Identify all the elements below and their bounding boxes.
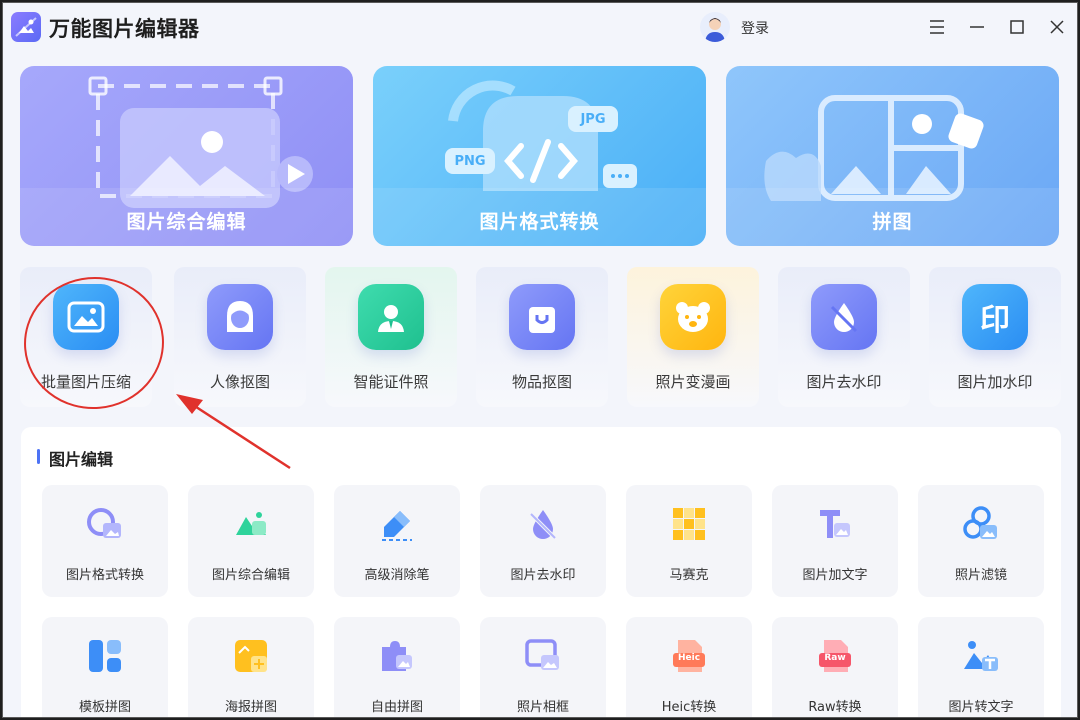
image-edit-icon <box>232 505 270 543</box>
watermark-remove-icon <box>524 505 562 543</box>
title-bar: 万能图片编辑器 登录 <box>3 3 1077 51</box>
card-label: 模板拼图 <box>78 700 131 715</box>
section-title: 图片编辑 <box>49 450 114 469</box>
watermark-remove-icon <box>811 284 877 350</box>
card-remove-watermark[interactable]: 图片去水印 <box>480 485 606 597</box>
tool-label: 人像抠图 <box>209 373 270 391</box>
card-raw-convert[interactable]: Raw Raw转换 <box>772 617 898 717</box>
hero-card-label: 拼图 <box>872 211 913 233</box>
close-icon[interactable] <box>1045 15 1069 39</box>
tool-add-watermark[interactable]: 印 图片加水印 <box>929 267 1061 407</box>
photo-frame-icon <box>524 637 562 675</box>
card-label: 海报拼图 <box>224 700 277 715</box>
card-label: 图片去水印 <box>510 568 576 583</box>
tool-label: 批量图片压缩 <box>40 373 131 391</box>
card-photo-frame[interactable]: 照片相框 <box>480 617 606 717</box>
card-template-collage[interactable]: 模板拼图 <box>42 617 168 717</box>
card-label: 图片加文字 <box>802 568 868 583</box>
portrait-icon <box>207 284 273 350</box>
jpg-badge: JPG <box>580 112 606 127</box>
tool-portrait-cutout[interactable]: 人像抠图 <box>174 267 306 407</box>
card-label: 照片相框 <box>516 700 569 715</box>
menu-icon[interactable] <box>925 15 949 39</box>
login-link[interactable]: 登录 <box>741 18 769 38</box>
section-marker <box>37 449 40 464</box>
hero-card-image-edit[interactable]: 图片综合编辑 <box>20 66 353 246</box>
card-label: 图片转文字 <box>948 700 1014 715</box>
template-collage-icon <box>86 637 124 675</box>
maximize-icon[interactable] <box>1005 15 1029 39</box>
eraser-pen-icon <box>378 505 416 543</box>
hero-card-label: 图片格式转换 <box>479 211 600 233</box>
mosaic-icon <box>670 505 708 543</box>
card-free-collage[interactable]: 自由拼图 <box>334 617 460 717</box>
minimize-icon[interactable] <box>965 15 989 39</box>
user-avatar-icon[interactable] <box>700 12 730 42</box>
tool-label: 图片加水印 <box>957 373 1033 391</box>
stamp-icon: 印 <box>962 284 1028 350</box>
card-label: Raw转换 <box>808 700 862 715</box>
tool-label: 图片去水印 <box>806 373 882 391</box>
raw-file-icon: Raw <box>816 637 854 675</box>
tool-label: 物品抠图 <box>511 373 572 391</box>
hero-card-collage[interactable]: 拼图 <box>726 66 1059 246</box>
photo-filter-icon <box>962 505 1000 543</box>
image-to-text-icon <box>962 637 1000 675</box>
image-edit-panel: 图片编辑 图片格式转换 图片综合编辑 高级消除笔 图片去水印 马赛克 图片加文字… <box>21 427 1061 717</box>
card-heic-convert[interactable]: Heic Heic转换 <box>626 617 752 717</box>
poster-collage-icon <box>232 637 270 675</box>
card-label: 图片综合编辑 <box>211 568 290 583</box>
card-add-text[interactable]: 图片加文字 <box>772 485 898 597</box>
card-image-to-text[interactable]: 图片转文字 <box>918 617 1044 717</box>
app-window: 万能图片编辑器 登录 图片综合编辑 JPG PNG 图片格式转换 拼图 批量图片… <box>2 2 1078 718</box>
hero-card-format-convert[interactable]: JPG PNG 图片格式转换 <box>373 66 706 246</box>
puzzle-icon <box>378 637 416 675</box>
shopping-bag-icon <box>509 284 575 350</box>
tool-batch-compress[interactable]: 批量图片压缩 <box>20 267 152 407</box>
tool-label: 照片变漫画 <box>655 373 731 391</box>
card-image-edit[interactable]: 图片综合编辑 <box>188 485 314 597</box>
card-mosaic[interactable]: 马赛克 <box>626 485 752 597</box>
tool-remove-watermark[interactable]: 图片去水印 <box>778 267 910 407</box>
png-badge: PNG <box>454 154 486 169</box>
hero-card-label: 图片综合编辑 <box>126 211 247 233</box>
tool-photo-to-cartoon[interactable]: 照片变漫画 <box>627 267 759 407</box>
app-title: 万能图片编辑器 <box>49 17 200 41</box>
card-eraser-pen[interactable]: 高级消除笔 <box>334 485 460 597</box>
card-label: 图片格式转换 <box>65 568 144 583</box>
card-format-convert[interactable]: 图片格式转换 <box>42 485 168 597</box>
image-compress-icon <box>53 284 119 350</box>
card-label: 马赛克 <box>669 568 709 583</box>
card-poster-collage[interactable]: 海报拼图 <box>188 617 314 717</box>
tool-object-cutout[interactable]: 物品抠图 <box>476 267 608 407</box>
bear-icon <box>660 284 726 350</box>
card-label: 自由拼图 <box>370 700 423 715</box>
card-label: Heic转换 <box>661 700 717 715</box>
heic-file-icon: Heic <box>670 637 708 675</box>
format-convert-icon <box>86 505 124 543</box>
card-label: 高级消除笔 <box>364 568 430 583</box>
add-text-icon <box>816 505 854 543</box>
tool-id-photo[interactable]: 智能证件照 <box>325 267 457 407</box>
app-logo-icon <box>11 12 41 42</box>
card-label: 照片滤镜 <box>954 568 1007 583</box>
tool-label: 智能证件照 <box>353 373 429 391</box>
card-photo-filter[interactable]: 照片滤镜 <box>918 485 1044 597</box>
id-photo-icon <box>358 284 424 350</box>
